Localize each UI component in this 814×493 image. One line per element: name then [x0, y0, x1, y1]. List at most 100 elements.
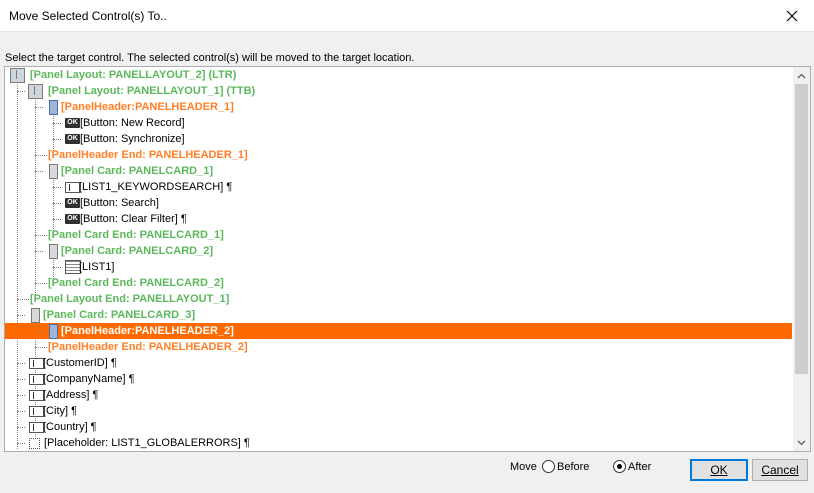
tree-item-label: [PanelHeader End: PANELHEADER_1] [48, 149, 248, 161]
tree-item-label: [Panel Layout End: PANELLAYOUT_1] [30, 293, 230, 305]
tree-item-label: [Panel Card: PANELCARD_2] [61, 245, 213, 257]
tree-connector [17, 299, 29, 300]
panel-layout-icon [10, 68, 25, 83]
tree-connector [53, 219, 61, 220]
tree-item[interactable]: [City] ¶ [5, 403, 792, 419]
tree-item[interactable]: [Panel Layout: PANELLAYOUT_1] (TTB) [5, 83, 792, 99]
tree-connector [35, 155, 47, 156]
scroll-down-button[interactable] [793, 434, 810, 451]
tree-item-label: [Button: New Record] [80, 117, 185, 129]
panel-header-icon [49, 100, 58, 115]
tree-item-label: [CompanyName] ¶ [43, 373, 135, 385]
cancel-button[interactable]: Cancel [752, 459, 808, 481]
title-bar: Move Selected Control(s) To.. [0, 0, 814, 32]
after-radio[interactable] [613, 460, 626, 473]
button-ok-icon: OK [65, 118, 80, 128]
after-radio-label[interactable]: After [628, 461, 651, 473]
tree-item[interactable]: [Address] ¶ [5, 387, 792, 403]
tree-item[interactable]: [Country] ¶ [5, 419, 792, 435]
panel-card-icon [49, 244, 58, 259]
tree-item[interactable]: OK [Button: New Record] [5, 115, 792, 131]
tree-item[interactable]: [Placeholder: LIST1_GLOBALERRORS] ¶ [5, 435, 792, 451]
panel-layout-icon [28, 84, 43, 99]
tree-item[interactable]: OK [Button: Synchronize] [5, 131, 792, 147]
button-ok-icon: OK [65, 214, 80, 224]
tree-rows: [Panel Layout: PANELLAYOUT_2] (LTR) [Pane… [5, 67, 792, 451]
ok-button[interactable]: OK [690, 459, 748, 481]
close-button[interactable] [770, 0, 814, 31]
tree-item[interactable]: [Panel Card End: PANELCARD_1] [5, 227, 792, 243]
before-radio[interactable] [542, 460, 555, 473]
before-radio-label[interactable]: Before [557, 461, 589, 473]
chevron-up-icon [797, 73, 806, 78]
window-title: Move Selected Control(s) To.. [9, 9, 167, 23]
tree-connector [53, 203, 61, 204]
tree-connector [35, 251, 43, 252]
tree-item-label: [Placeholder: LIST1_GLOBALERRORS] ¶ [44, 437, 250, 449]
tree-item-label: [Panel Layout: PANELLAYOUT_1] (TTB) [48, 85, 256, 97]
button-ok-icon: OK [65, 198, 80, 208]
tree-item[interactable]: OK [Button: Clear Filter] ¶ [5, 211, 792, 227]
button-ok-icon: OK [65, 134, 80, 144]
tree-connector [35, 107, 43, 108]
tree-item-label: [Panel Card End: PANELCARD_2] [48, 277, 224, 289]
tree-item[interactable]: [PanelHeader:PANELHEADER_1] [5, 99, 792, 115]
tree-item[interactable]: [LIST1] [5, 259, 792, 275]
panel-card-icon [31, 308, 40, 323]
tree-item[interactable]: [Panel Card End: PANELCARD_2] [5, 275, 792, 291]
text-field-icon [29, 406, 44, 417]
tree-connector [35, 171, 43, 172]
scroll-thumb[interactable] [795, 84, 808, 374]
chevron-down-icon [797, 440, 806, 445]
tree-item[interactable]: [Panel Card: PANELCARD_1] [5, 163, 792, 179]
tree-item[interactable]: [PanelHeader End: PANELHEADER_2] [5, 339, 792, 355]
tree-item[interactable]: [Panel Layout: PANELLAYOUT_2] (LTR) [5, 67, 792, 83]
tree-connector [35, 283, 47, 284]
panel-card-icon [49, 164, 58, 179]
tree-item[interactable]: [LIST1_KEYWORDSEARCH] ¶ [5, 179, 792, 195]
tree-item[interactable]: [Panel Layout End: PANELLAYOUT_1] [5, 291, 792, 307]
move-label: Move [510, 461, 537, 473]
tree-item-label: [Button: Synchronize] [80, 133, 185, 145]
scroll-up-button[interactable] [793, 67, 810, 84]
tree-item[interactable]: [CustomerID] ¶ [5, 355, 792, 371]
tree-item-label: [PanelHeader End: PANELHEADER_2] [48, 341, 248, 353]
tree-item[interactable]: OK [Button: Search] [5, 195, 792, 211]
tree-connector [53, 139, 61, 140]
text-field-icon [29, 422, 44, 433]
tree-item[interactable]: [Panel Card: PANELCARD_3] [5, 307, 792, 323]
tree-item-label: [LIST1] [79, 261, 115, 273]
tree-item-label: [PanelHeader:PANELHEADER_2] [61, 325, 234, 337]
tree-connector [17, 427, 25, 428]
tree-item-label: [Panel Card: PANELCARD_3] [43, 309, 195, 321]
tree-item[interactable]: [CompanyName] ¶ [5, 371, 792, 387]
panel-header-icon [49, 324, 58, 339]
tree-connector [35, 331, 43, 332]
tree-connector [17, 411, 25, 412]
tree-item-label: [Panel Layout: PANELLAYOUT_2] (LTR) [30, 69, 237, 81]
vertical-scrollbar[interactable] [793, 67, 810, 451]
cancel-button-label: Cancel [761, 463, 799, 477]
close-icon [786, 10, 798, 21]
tree-connector [53, 267, 61, 268]
tree-connector [53, 123, 61, 124]
instruction-text: Select the target control. The selected … [5, 52, 415, 64]
tree-connector [53, 187, 61, 188]
tree-connector [17, 315, 25, 316]
tree-item[interactable]: [PanelHeader End: PANELHEADER_1] [5, 147, 792, 163]
tree-item-label: [CustomerID] ¶ [43, 357, 117, 369]
tree-item[interactable]: [Panel Card: PANELCARD_2] [5, 243, 792, 259]
tree-connector [35, 235, 47, 236]
tree-item-label: [Panel Card End: PANELCARD_1] [48, 229, 224, 241]
text-field-icon [65, 182, 80, 193]
tree-connector [17, 395, 25, 396]
tree-item-label: [Address] ¶ [43, 389, 99, 401]
control-tree[interactable]: [Panel Layout: PANELLAYOUT_2] (LTR) [Pane… [4, 66, 811, 452]
placeholder-icon [29, 438, 40, 449]
tree-connector [17, 443, 25, 444]
tree-item-label: [LIST1_KEYWORDSEARCH] ¶ [79, 181, 233, 193]
text-field-icon [29, 358, 44, 369]
tree-item-label: [Country] ¶ [43, 421, 97, 433]
tree-connector [35, 347, 47, 348]
tree-item-selected[interactable]: [PanelHeader:PANELHEADER_2] [5, 323, 792, 339]
